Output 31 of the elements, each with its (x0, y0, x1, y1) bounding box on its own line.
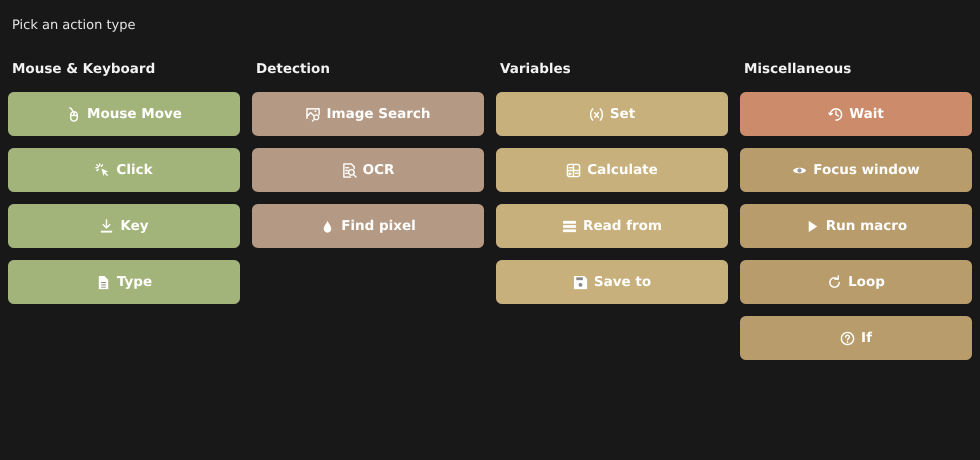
question-icon (840, 330, 856, 346)
action-button[interactable]: Set (496, 92, 728, 136)
calculator-icon (566, 162, 582, 178)
action-button[interactable]: Read from (496, 204, 728, 248)
action-button[interactable]: Type (8, 260, 240, 304)
action-button[interactable]: If (740, 316, 972, 360)
action-button[interactable]: Save to (496, 260, 728, 304)
action-button[interactable]: Find pixel (252, 204, 484, 248)
action-button[interactable]: Click (8, 148, 240, 192)
group-heading: Mouse & Keyboard (12, 60, 156, 79)
group-heading: Miscellaneous (744, 60, 852, 79)
action-button[interactable]: Calculate (496, 148, 728, 192)
variable-icon (588, 106, 604, 122)
document-search-icon (342, 162, 357, 178)
action-button[interactable]: Wait (740, 92, 972, 136)
list-icon (562, 218, 578, 234)
download-icon (99, 218, 114, 234)
action-button[interactable]: Key (8, 204, 240, 248)
action-button[interactable]: Image Search (252, 92, 484, 136)
action-button[interactable]: Run macro (740, 204, 972, 248)
cursor-icon (95, 162, 110, 178)
page-title: Pick an action type (12, 17, 136, 35)
action-button[interactable]: Loop (740, 260, 972, 304)
action-button[interactable]: Mouse Move (8, 92, 240, 136)
group-heading: Variables (500, 60, 571, 79)
refresh-icon (827, 274, 842, 290)
action-button[interactable]: Focus window (740, 148, 972, 192)
action-button[interactable]: OCR (252, 148, 484, 192)
image-search-icon (306, 106, 320, 122)
group-heading: Detection (256, 60, 330, 79)
history-icon (828, 106, 844, 122)
